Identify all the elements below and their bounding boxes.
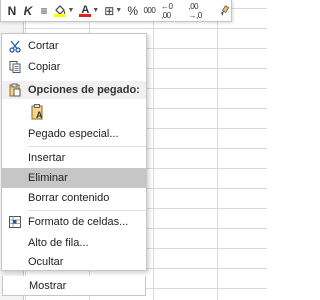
- font-color-swatch: [79, 14, 92, 17]
- svg-text:A: A: [36, 110, 43, 120]
- menu-item-copy[interactable]: Copiar: [2, 57, 146, 77]
- comma-style-button[interactable]: 000: [142, 2, 157, 20]
- increase-decimal-icon: ←0 ,00: [160, 1, 173, 20]
- menu-item-label: Insertar: [28, 152, 66, 164]
- context-menu: Cortar Copiar Opciones de pegado: A Pega…: [1, 33, 147, 271]
- menu-item-label: Eliminar: [28, 172, 68, 184]
- percent-style-button[interactable]: %: [126, 2, 140, 20]
- menu-item-cut[interactable]: Cortar: [2, 36, 146, 56]
- decrease-decimal-icon: ,00 →,0: [188, 1, 203, 20]
- clipboard-icon: [9, 83, 21, 97]
- menu-item-delete[interactable]: Eliminar: [2, 168, 146, 188]
- menu-item-insert[interactable]: Insertar: [2, 148, 146, 168]
- chevron-down-icon[interactable]: ▼: [92, 7, 99, 14]
- menu-item-label: Cortar: [28, 40, 59, 52]
- paintbrush-icon: [220, 4, 229, 16]
- menu-item-paste-special[interactable]: Pegado especial...: [2, 124, 146, 144]
- borders-icon: ⊞: [104, 3, 115, 18]
- chevron-down-icon[interactable]: ▼: [67, 7, 74, 14]
- paste-button[interactable]: A: [28, 101, 48, 123]
- menu-item-label: Borrar contenido: [28, 192, 110, 204]
- menu-item-label: Ocultar: [28, 256, 64, 268]
- fill-color-swatch: [54, 13, 67, 17]
- paste-options-header: Opciones de pegado:: [2, 81, 146, 99]
- decrease-decimal-button[interactable]: ,00 →,0: [187, 2, 214, 20]
- menu-separator: [28, 146, 146, 147]
- scissors-icon: [9, 40, 21, 53]
- paste-keep-formatting-icon: A: [31, 104, 43, 120]
- bold-button[interactable]: N: [5, 2, 19, 20]
- menu-item-row-height[interactable]: Alto de fila...: [2, 233, 146, 253]
- align-icon: ≡: [40, 3, 48, 18]
- thousands-label: 000: [143, 6, 156, 15]
- chevron-down-icon[interactable]: ▼: [115, 7, 122, 14]
- increase-decimal-button[interactable]: ←0 ,00: [159, 2, 185, 20]
- menu-item-show[interactable]: Mostrar: [2, 276, 146, 296]
- copy-icon: [9, 61, 21, 73]
- align-center-button[interactable]: ≡: [37, 2, 51, 20]
- menu-item-label: Formato de celdas...: [28, 216, 129, 228]
- menu-item-hide[interactable]: Ocultar: [2, 253, 146, 271]
- format-cells-icon: [9, 216, 21, 228]
- paste-options-label: Opciones de pegado:: [28, 84, 140, 96]
- borders-button[interactable]: ⊞ ▼: [103, 2, 124, 20]
- fill-color-button[interactable]: ▼: [53, 2, 76, 20]
- menu-item-label: Pegado especial...: [28, 128, 119, 140]
- font-color-button[interactable]: A ▼: [78, 2, 101, 20]
- menu-item-label: Copiar: [28, 61, 61, 73]
- menu-separator: [28, 210, 146, 211]
- mini-toolbar: N K ≡ ▼ A ▼ ⊞ ▼ % 000 ←0 ,00 ,00 →,0: [0, 0, 232, 22]
- menu-item-clear-contents[interactable]: Borrar contenido: [2, 188, 146, 208]
- italic-button[interactable]: K: [21, 2, 35, 20]
- menu-item-label: Alto de fila...: [28, 237, 89, 249]
- menu-item-label: Mostrar: [29, 279, 67, 292]
- format-painter-button[interactable]: [216, 2, 231, 20]
- menu-item-format-cells[interactable]: Formato de celdas...: [2, 212, 146, 232]
